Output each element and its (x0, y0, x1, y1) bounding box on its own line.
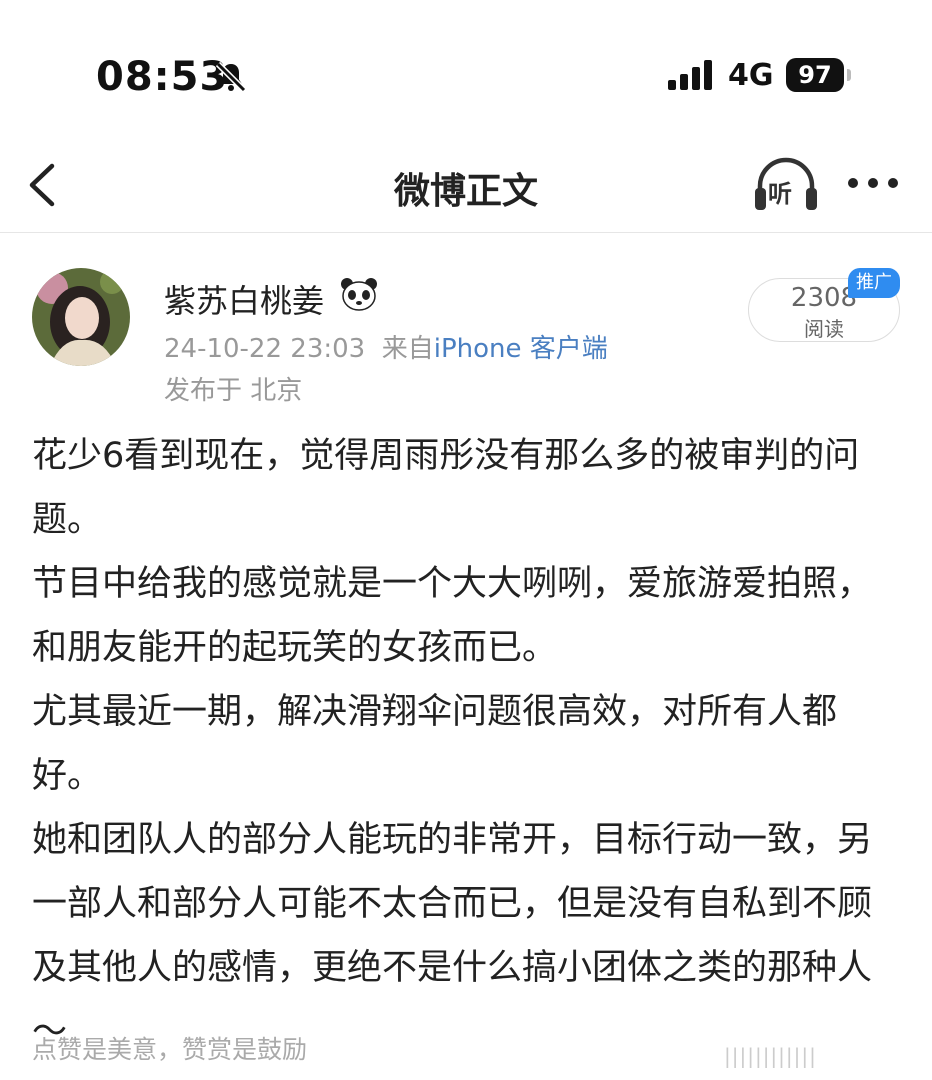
post-location: 发布于 北京 (164, 376, 303, 406)
post-body: 花少6看到现在，觉得周雨彤没有那么多的被审判的问题。 节目中给我的感觉就是一个大… (32, 424, 902, 1064)
status-bar: 08:53 4G 97 (0, 0, 932, 140)
source-client-link[interactable]: iPhone 客户端 (434, 334, 608, 364)
panda-icon (341, 278, 377, 311)
avatar[interactable] (32, 268, 130, 366)
more-options-icon[interactable] (846, 178, 902, 192)
post-paragraph: 尤其最近一期，解决滑翔伞问题很高效，对所有人都好。 (32, 692, 838, 796)
bell-muted-icon (215, 61, 247, 93)
signal-icon (668, 60, 712, 90)
post-paragraph: 花少6看到现在，觉得周雨彤没有那么多的被审判的问题。 (32, 436, 860, 540)
nav-bar: 微博正文 听 (0, 140, 932, 233)
promote-badge[interactable]: 推广 (848, 268, 900, 298)
author-name[interactable]: 紫苏白桃姜 (164, 276, 324, 322)
post-paragraph: 她和团队人的部分人能玩的非常开，目标行动一致，另一部人和部分人可能不太合而已，但… (32, 820, 873, 1052)
battery-icon: 97 (786, 58, 844, 92)
reward-note: 点赞是美意，赞赏是鼓励 (32, 1035, 308, 1064)
post-meta: 24-10-22 23:03 来自iPhone 客户端 (164, 328, 608, 365)
source-prefix: 来自 (381, 334, 434, 364)
battery-tip (847, 69, 851, 81)
avatar-image (32, 268, 130, 366)
listen-label[interactable]: 听 (768, 174, 792, 209)
read-label: 阅读 (804, 317, 844, 341)
watermark: |||||||||||| (724, 1044, 817, 1068)
post-paragraph: 节目中给我的感觉就是一个大大咧咧，爱旅游爱拍照，和朋友能开的起玩笑的女孩而已。 (32, 564, 873, 668)
status-time: 08:53 (96, 54, 229, 100)
post-timestamp: 24-10-22 23:03 (164, 334, 366, 364)
network-type: 4G (728, 58, 774, 93)
